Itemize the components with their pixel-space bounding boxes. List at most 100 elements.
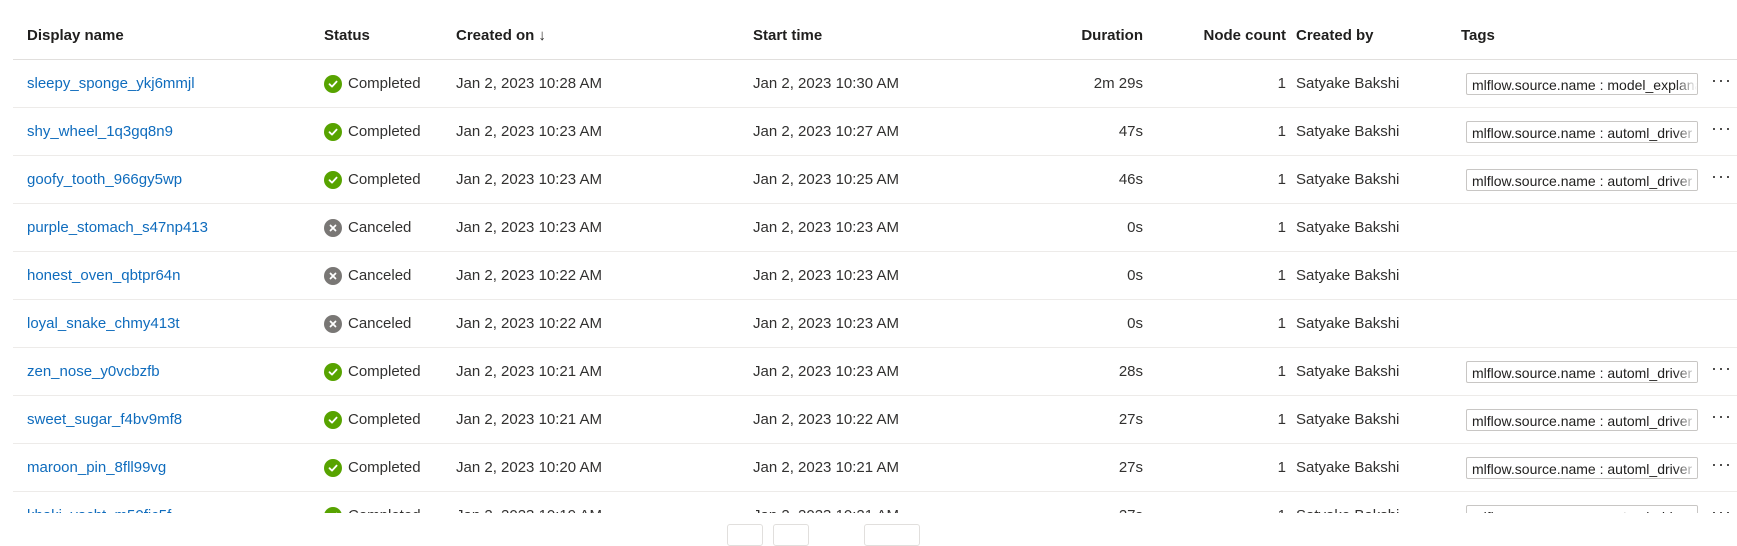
duration-cell: 0s (1127, 315, 1143, 332)
pagination-prev-button[interactable] (727, 524, 763, 546)
created-on-cell: Jan 2, 2023 10:23 AM (456, 171, 602, 188)
node-count-cell: 1 (1277, 123, 1286, 140)
node-count-cell: 1 (1277, 411, 1286, 428)
table-row[interactable]: sleepy_sponge_ykj6mmjl Completed Jan 2, 20… (13, 60, 1737, 108)
tag-pill[interactable]: mlflow.source.name : model_explanation (1466, 73, 1698, 95)
more-tags-icon[interactable]: ··· (1711, 348, 1732, 395)
created-on-cell: Jan 2, 2023 10:23 AM (456, 123, 602, 140)
duration-cell: 2m 29s (1093, 75, 1143, 92)
start-time-cell: Jan 2, 2023 10:22 AM (753, 411, 899, 428)
tag-text: mlflow.source.name : automl_driver (1472, 413, 1693, 429)
more-tags-icon[interactable]: ··· (1711, 60, 1732, 107)
column-header-start-time[interactable]: Start time (753, 13, 822, 59)
more-tags-icon[interactable]: ··· (1711, 156, 1732, 203)
column-header-created-on[interactable]: Created on ↓ (456, 13, 546, 59)
column-header-display-name[interactable]: Display name (27, 13, 124, 59)
duration-cell: 27s (1118, 459, 1143, 476)
status-completed-icon (324, 170, 342, 189)
start-time-cell: Jan 2, 2023 10:21 AM (753, 492, 899, 513)
duration-cell: 27s (1013, 492, 1143, 513)
run-display-name-link[interactable]: maroon_pin_8fll99vg (27, 444, 166, 491)
run-display-name-link[interactable]: khaki_yacht_m50fic5f (27, 492, 171, 513)
node-count-cell: 1 (1277, 315, 1286, 332)
status-completed-icon (324, 458, 342, 477)
created-by-cell: Satyake Bakshi (1296, 219, 1400, 236)
table-row[interactable]: zen_nose_y0vcbzfb Completed Jan 2, 2023 10… (13, 348, 1737, 396)
tag-text: mlflow.source.name : automl_driver (1472, 509, 1692, 513)
status-cell: Canceled (324, 300, 411, 347)
tag-text: mlflow.source.name : automl_driver (1472, 461, 1693, 477)
created-on-cell: Jan 2, 2023 10:28 AM (456, 75, 602, 92)
tag-pill[interactable]: mlflow.source.name : automl_driver (1466, 457, 1698, 479)
created-on-cell: Jan 2, 2023 10:22 AM (456, 267, 602, 284)
status-canceled-icon (324, 314, 342, 333)
status-canceled-icon (324, 218, 342, 237)
run-display-name-link[interactable]: loyal_snake_chmy413t (27, 300, 180, 347)
node-count-cell: 1 (1277, 171, 1286, 188)
created-on-cell: Jan 2, 2023 10:21 AM (456, 411, 602, 428)
tag-pill[interactable]: mlflow.source.name : automl_driver (1466, 409, 1698, 431)
status-cell: Canceled (324, 252, 411, 299)
start-time-cell: Jan 2, 2023 10:23 AM (753, 315, 899, 332)
column-header-tags[interactable]: Tags (1461, 13, 1495, 59)
run-display-name-link[interactable]: sweet_sugar_f4bv9mf8 (27, 396, 182, 443)
jobs-grid: Display name Status Created on ↓ Start ti… (13, 13, 1737, 513)
created-by-cell: Satyake Bakshi (1296, 363, 1400, 380)
tag-text: mlflow.source.name : model_explanation (1472, 77, 1697, 93)
run-display-name-link[interactable]: shy_wheel_1q3gq8n9 (27, 108, 173, 155)
start-time-cell: Jan 2, 2023 10:27 AM (753, 123, 899, 140)
status-cell: Completed (324, 444, 421, 491)
sort-descending-icon: ↓ (538, 27, 546, 44)
created-by-cell: Satyake Bakshi (1296, 75, 1400, 92)
status-text: Canceled (348, 267, 412, 284)
node-count-cell: 1 (1277, 219, 1286, 236)
start-time-cell: Jan 2, 2023 10:21 AM (753, 459, 899, 476)
table-row[interactable]: honest_oven_qbtpr64n Canceled Jan 2, 2023 … (13, 252, 1737, 300)
tag-pill[interactable]: mlflow.source.name : automl_driver (1466, 121, 1698, 143)
more-tags-icon[interactable]: ··· (1711, 396, 1732, 443)
table-row[interactable]: goofy_tooth_966gy5wp Completed Jan 2, 2023… (13, 156, 1737, 204)
created-on-cell: Jan 2, 2023 10:22 AM (456, 315, 602, 332)
more-tags-icon[interactable]: ··· (1711, 108, 1732, 155)
run-display-name-link[interactable]: honest_oven_qbtpr64n (27, 252, 180, 299)
column-header-status[interactable]: Status (324, 13, 370, 59)
run-display-name-link[interactable]: sleepy_sponge_ykj6mmjl (27, 60, 195, 107)
status-completed-icon (324, 362, 342, 381)
table-row[interactable]: loyal_snake_chmy413t Canceled Jan 2, 2023 … (13, 300, 1737, 348)
column-header-duration[interactable]: Duration (1013, 13, 1143, 59)
start-time-cell: Jan 2, 2023 10:25 AM (753, 171, 899, 188)
column-header-created-by[interactable]: Created by (1296, 13, 1374, 59)
status-text: Completed (348, 171, 421, 188)
table-row[interactable]: purple_stomach_s47np413 Canceled Jan 2, 20… (13, 204, 1737, 252)
status-completed-icon (324, 410, 342, 429)
duration-cell: 0s (1127, 219, 1143, 236)
tag-pill[interactable]: mlflow.source.name : automl_driver (1466, 361, 1698, 383)
tag-pill[interactable]: mlflow.source.name : automl_driver (1466, 169, 1698, 191)
table-row[interactable]: shy_wheel_1q3gq8n9 Completed Jan 2, 2023 1… (13, 108, 1737, 156)
created-by-cell: Satyake Bakshi (1296, 267, 1400, 284)
created-by-cell: Satyake Bakshi (1296, 171, 1400, 188)
duration-cell: 28s (1118, 363, 1143, 380)
tag-pill[interactable]: mlflow.source.name : automl_driver (1466, 505, 1698, 513)
run-display-name-link[interactable]: zen_nose_y0vcbzfb (27, 348, 160, 395)
page-size-select[interactable] (864, 524, 920, 546)
pagination-next-button[interactable] (773, 524, 809, 546)
run-display-name-link[interactable]: purple_stomach_s47np413 (27, 204, 208, 251)
table-row[interactable]: khaki_yacht_m50fic5f Completed Jan 2, 2023… (13, 492, 1737, 513)
column-header-node-count[interactable]: Node count (1183, 13, 1287, 59)
more-tags-icon[interactable]: ··· (1711, 492, 1732, 513)
run-display-name-link[interactable]: goofy_tooth_966gy5wp (27, 156, 182, 203)
status-text: Canceled (348, 219, 412, 236)
node-count-cell: 1 (1183, 492, 1286, 513)
grid-header: Display name Status Created on ↓ Start ti… (13, 13, 1737, 60)
start-time-cell: Jan 2, 2023 10:23 AM (753, 219, 899, 236)
status-completed-icon (324, 506, 342, 513)
created-on-cell: Jan 2, 2023 10:21 AM (456, 363, 602, 380)
table-row[interactable]: sweet_sugar_f4bv9mf8 Completed Jan 2, 2023… (13, 396, 1737, 444)
table-row[interactable]: maroon_pin_8fll99vg Completed Jan 2, 2023 … (13, 444, 1737, 492)
start-time-cell: Jan 2, 2023 10:23 AM (753, 363, 899, 380)
status-completed-icon (324, 122, 342, 141)
status-text: Canceled (348, 315, 412, 332)
more-tags-icon[interactable]: ··· (1711, 444, 1732, 491)
node-count-cell: 1 (1277, 75, 1286, 92)
